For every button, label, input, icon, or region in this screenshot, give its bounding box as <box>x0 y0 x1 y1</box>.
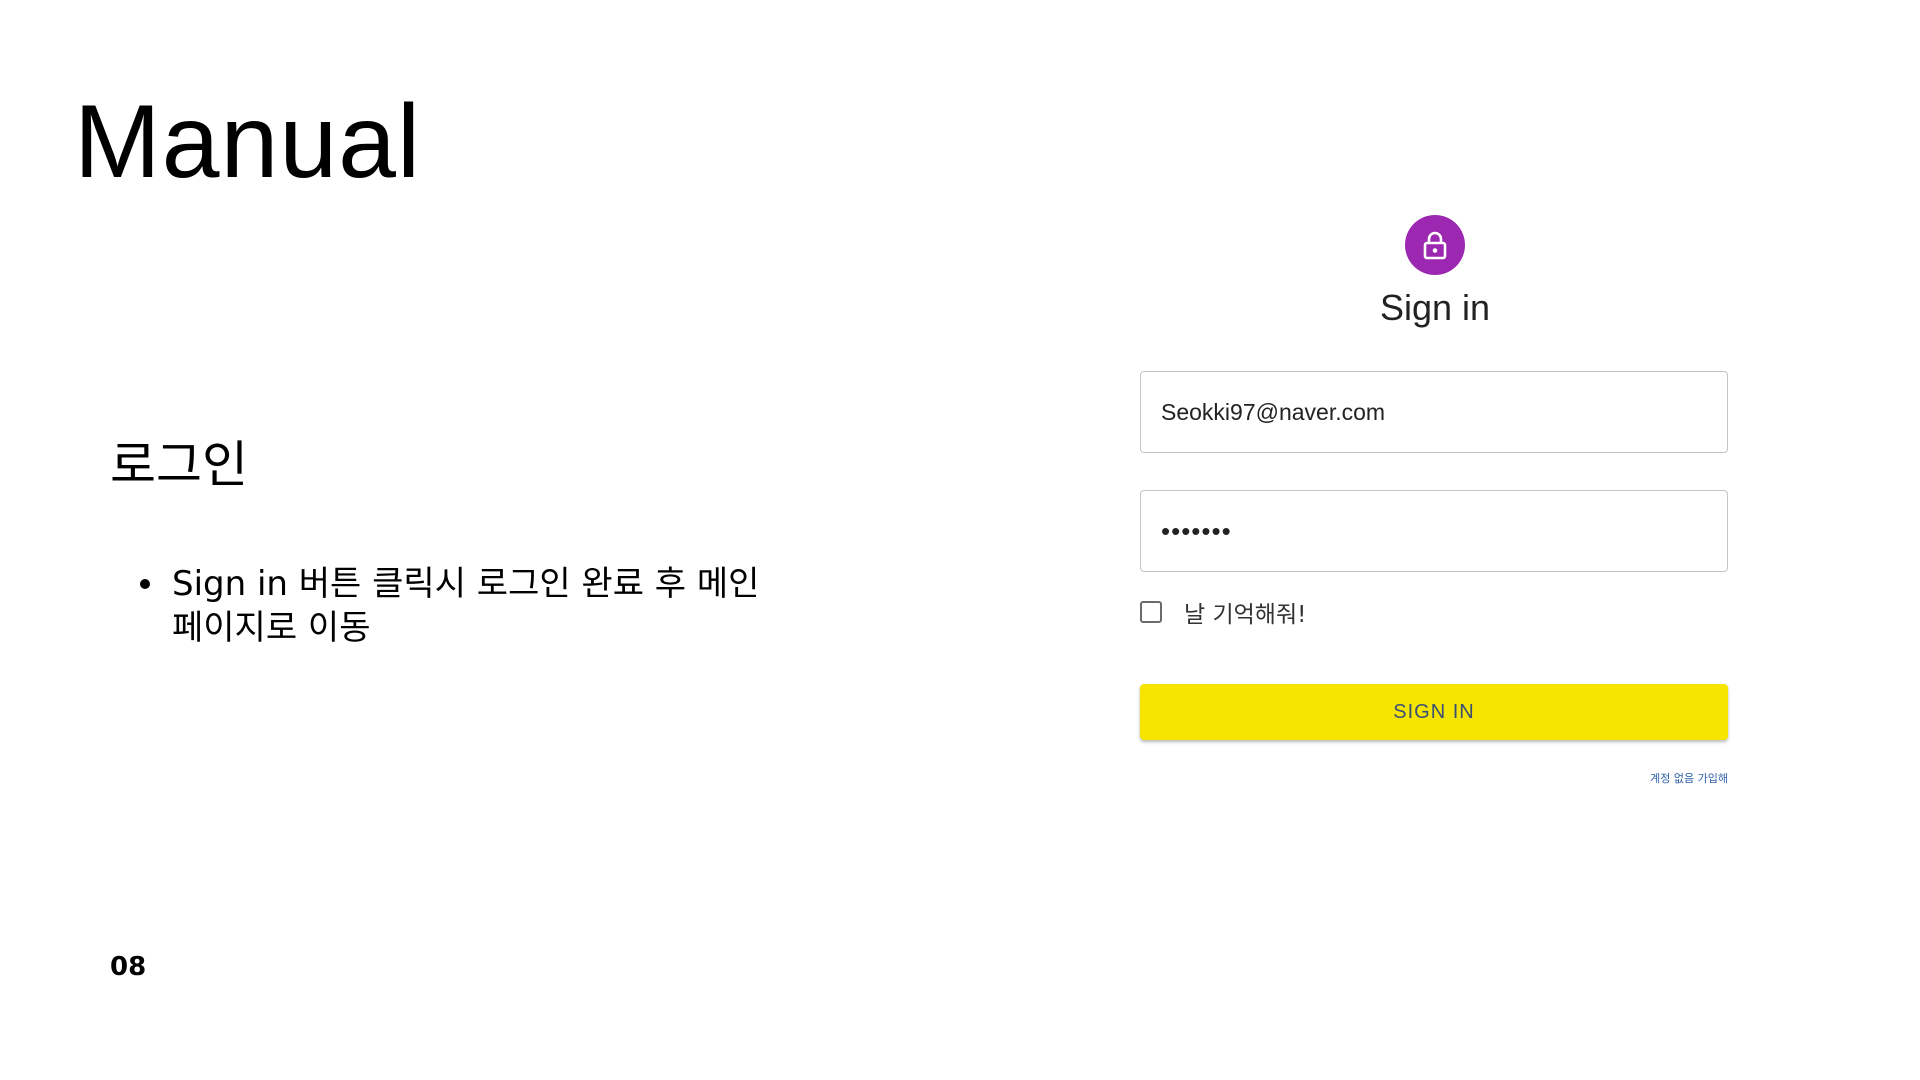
slide-page: Manual 로그인 Sign in 버튼 클릭시 로그인 완료 후 메인 페이… <box>0 0 1920 1080</box>
remember-me-checkbox[interactable] <box>1140 601 1162 623</box>
page-number: 08 <box>110 952 147 982</box>
signin-title: Sign in <box>1379 287 1491 328</box>
remember-me-row[interactable]: 날 기억해줘! <box>1140 597 1307 628</box>
bullet-text: Sign in 버튼 클릭시 로그인 완료 후 메인 페이지로 이동 <box>172 564 760 648</box>
signup-link[interactable]: 계정 없음 가입해 <box>1650 770 1728 786</box>
remember-me-label: 날 기억해줘! <box>1184 602 1307 628</box>
lock-avatar <box>1405 215 1465 275</box>
email-field[interactable]: Seokki97@naver.com <box>1140 371 1728 453</box>
bullet-list: Sign in 버튼 클릭시 로그인 완료 후 메인 페이지로 이동 <box>140 562 780 650</box>
slide-title: Manual <box>74 84 422 200</box>
lock-icon <box>1423 231 1447 260</box>
section-heading: 로그인 <box>110 436 248 494</box>
bullet-dot-icon <box>140 579 150 589</box>
sign-in-button[interactable]: SIGN IN <box>1140 684 1728 740</box>
bullet-item: Sign in 버튼 클릭시 로그인 완료 후 메인 페이지로 이동 <box>140 562 780 650</box>
email-value: Seokki97@naver.com <box>1161 398 1386 425</box>
password-field[interactable]: ••••••• <box>1140 490 1728 572</box>
password-value: ••••••• <box>1161 515 1232 546</box>
